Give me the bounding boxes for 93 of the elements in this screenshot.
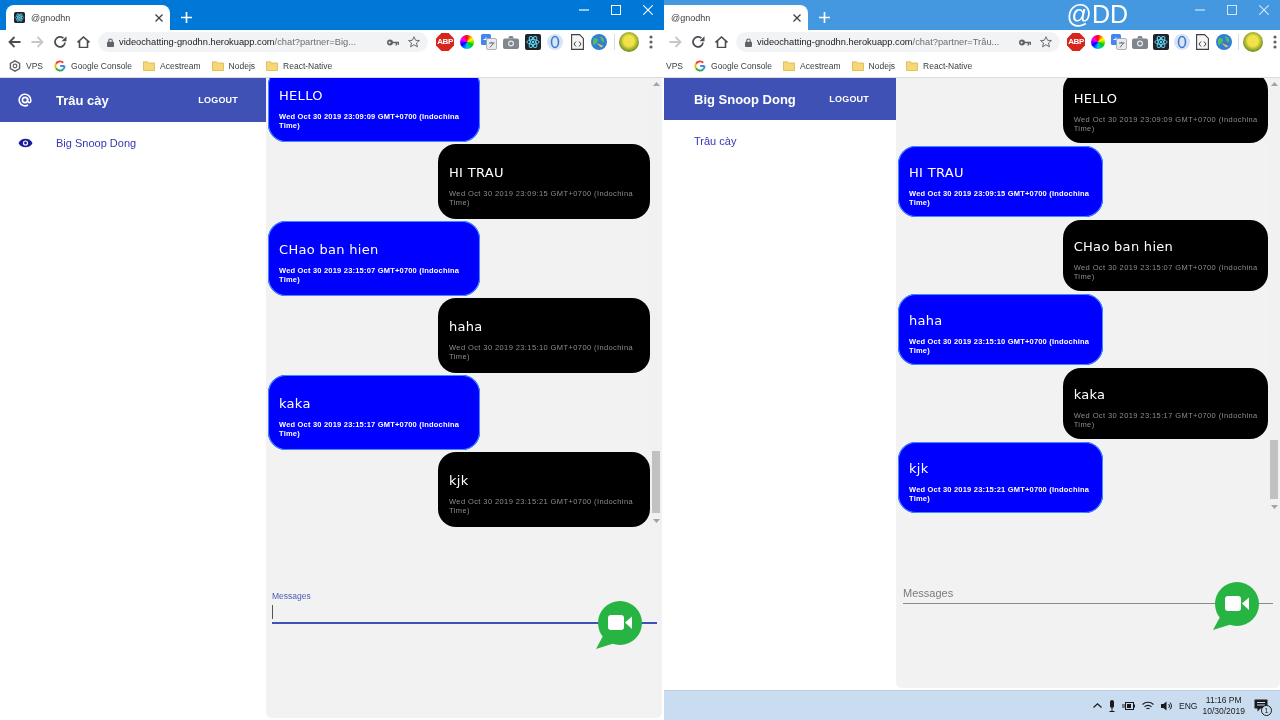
folder-icon bbox=[783, 60, 795, 71]
message-text: kaka bbox=[279, 395, 312, 413]
bookmark[interactable]: Nodejs bbox=[211, 60, 256, 71]
more-menu-icon[interactable] bbox=[1273, 35, 1277, 49]
message-text: kjk bbox=[909, 460, 930, 478]
color-wheel-icon[interactable] bbox=[460, 35, 474, 49]
hexagon-icon bbox=[9, 59, 21, 72]
folder-icon bbox=[143, 60, 155, 71]
key-icon[interactable] bbox=[1019, 38, 1031, 46]
message-text: CHao ban hien bbox=[279, 241, 380, 259]
message-text: kjk bbox=[449, 472, 470, 490]
language-indicator[interactable]: ENG bbox=[1179, 700, 1198, 711]
folder-icon bbox=[851, 60, 864, 71]
video-call-button[interactable] bbox=[596, 601, 642, 649]
scroll-up-icon[interactable] bbox=[1270, 82, 1278, 86]
adblock-button[interactable]: ABP bbox=[436, 33, 454, 51]
message-text: haha bbox=[909, 312, 944, 330]
plus-icon[interactable] bbox=[181, 12, 192, 23]
video-camera-bubble-icon bbox=[1213, 582, 1259, 630]
reload-icon[interactable] bbox=[692, 36, 705, 48]
key-icon[interactable] bbox=[387, 38, 399, 46]
document-icon[interactable] bbox=[1196, 34, 1209, 50]
star-icon[interactable] bbox=[1040, 36, 1052, 48]
user-name: Trâu cày bbox=[56, 92, 110, 108]
camera-icon[interactable] bbox=[1131, 35, 1148, 49]
scroll-down-icon[interactable] bbox=[652, 519, 660, 523]
lock-icon bbox=[745, 37, 752, 47]
contact-item[interactable]: Big Snoop Dong bbox=[18, 133, 137, 153]
ring-icon[interactable] bbox=[1173, 34, 1190, 50]
star-icon[interactable] bbox=[408, 36, 420, 48]
message-text: HI TRAU bbox=[909, 164, 965, 182]
close-icon[interactable] bbox=[155, 13, 163, 22]
ring-icon[interactable] bbox=[547, 34, 563, 50]
clock[interactable]: 11:16 PM 10/30/2019 bbox=[1202, 694, 1245, 717]
home-icon[interactable] bbox=[715, 36, 728, 48]
microphone-icon[interactable] bbox=[1109, 699, 1116, 712]
text-cursor-icon bbox=[272, 605, 273, 619]
speaker-icon[interactable] bbox=[1161, 700, 1174, 711]
bookmark[interactable]: Acestream bbox=[783, 60, 841, 71]
bookmark[interactable]: Google Console bbox=[694, 59, 772, 72]
adblock-button[interactable]: ABP bbox=[1067, 33, 1085, 51]
bookmark[interactable]: React-Native bbox=[906, 60, 973, 71]
video-call-button[interactable] bbox=[1213, 582, 1259, 630]
window-caption: @DD bbox=[1066, 1, 1128, 28]
bookmark[interactable]: Acestream bbox=[143, 60, 201, 71]
atom-icon[interactable] bbox=[1152, 34, 1169, 50]
multicolor-g-icon bbox=[54, 59, 66, 72]
message-text: kaka bbox=[1073, 386, 1107, 404]
bookmark[interactable]: Google Console bbox=[54, 59, 132, 72]
address-bar[interactable]: videochatting-gnodhn.herokuapp.com/chat?partner=Big... bbox=[98, 32, 428, 52]
document-icon[interactable] bbox=[570, 34, 584, 50]
logout-button[interactable]: LOGOUT bbox=[829, 94, 869, 104]
globe-icon[interactable] bbox=[591, 34, 607, 50]
more-menu-icon[interactable] bbox=[649, 35, 653, 49]
chevron-up-icon[interactable] bbox=[1093, 703, 1103, 708]
color-wheel-icon[interactable] bbox=[1090, 35, 1105, 49]
message-text: HELLO bbox=[279, 87, 324, 105]
scroll-down-icon[interactable] bbox=[1270, 505, 1278, 509]
battery-icon[interactable] bbox=[1122, 701, 1136, 710]
profile-avatar[interactable] bbox=[619, 32, 639, 52]
browser-tab[interactable]: @gnodhn bbox=[6, 5, 170, 30]
wifi-icon[interactable] bbox=[1142, 700, 1155, 711]
contact-item[interactable]: Trâu cày bbox=[694, 131, 737, 151]
atom-icon[interactable] bbox=[525, 34, 541, 50]
address-bar[interactable]: videochatting-gnodhn.herokuapp.com/chat?partner=Trâu... bbox=[736, 32, 1060, 52]
overlapping-tiles-icon[interactable] bbox=[1110, 34, 1127, 50]
back-arrow-icon[interactable] bbox=[8, 36, 21, 48]
bookmark[interactable]: Nodejs bbox=[851, 60, 896, 71]
overlapping-tiles-icon[interactable] bbox=[481, 34, 497, 50]
profile-avatar[interactable] bbox=[1243, 32, 1263, 52]
video-camera-bubble-icon bbox=[596, 601, 642, 649]
camera-icon[interactable] bbox=[503, 35, 519, 49]
folder-icon bbox=[266, 60, 279, 71]
bookmark[interactable]: VPS bbox=[9, 59, 43, 72]
message-text: haha bbox=[449, 318, 484, 336]
logout-button[interactable]: LOGOUT bbox=[198, 95, 238, 105]
bookmark[interactable]: React-Native bbox=[266, 60, 333, 71]
reload-icon[interactable] bbox=[54, 36, 67, 48]
bookmark[interactable]: VPS bbox=[666, 60, 683, 71]
message-text: HELLO bbox=[1073, 90, 1119, 108]
multicolor-g-icon bbox=[694, 59, 706, 72]
messages-label: Messages bbox=[272, 591, 311, 602]
scrollbar-thumb[interactable] bbox=[652, 451, 660, 513]
message-text: HI TRAU bbox=[449, 164, 505, 182]
lock-icon bbox=[107, 37, 114, 47]
globe-icon[interactable] bbox=[1215, 34, 1232, 50]
user-name: Big Snoop Dong bbox=[694, 91, 797, 107]
scrollbar-thumb[interactable] bbox=[1270, 440, 1278, 499]
folder-icon bbox=[211, 60, 224, 71]
scroll-up-icon[interactable] bbox=[652, 82, 660, 86]
home-icon[interactable] bbox=[77, 36, 90, 48]
folder-icon bbox=[906, 60, 919, 71]
message-text: CHao ban hien bbox=[1073, 238, 1175, 256]
